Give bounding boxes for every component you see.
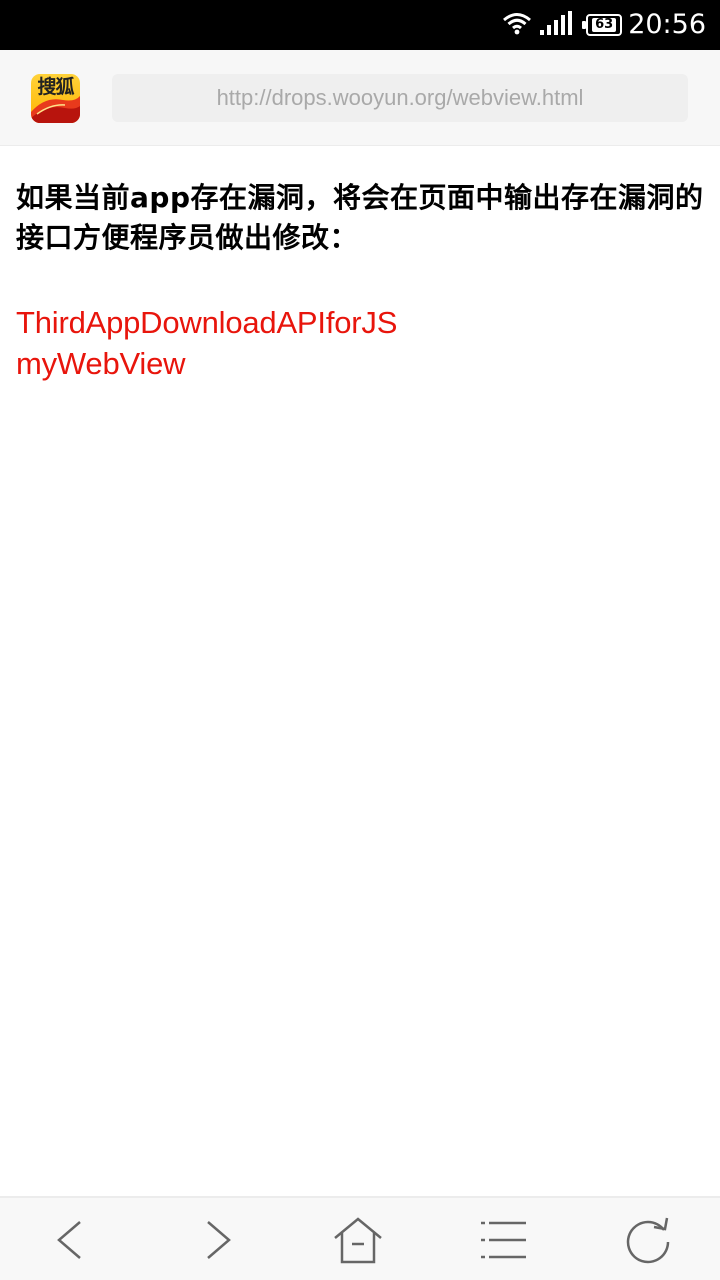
refresh-icon (626, 1217, 670, 1264)
url-input[interactable] (112, 74, 688, 122)
clock: 20:56 (628, 9, 706, 40)
menu-icon (481, 1221, 526, 1259)
battery-icon: 63 (582, 14, 623, 36)
refresh-button[interactable] (622, 1214, 674, 1266)
page-content: 如果当前app存在漏洞，将会在页面中输出存在漏洞的接口方便程序员做出修改： Th… (16, 178, 706, 384)
status-bar: 63 20:56 (0, 0, 720, 50)
forward-icon (207, 1221, 231, 1259)
vulnerable-interface-item: myWebView (16, 346, 186, 381)
vulnerable-interface-item: ThirdAppDownloadAPIforJS (16, 305, 398, 340)
forward-button[interactable] (192, 1214, 244, 1266)
battery-level: 63 (592, 18, 617, 32)
browser-address-bar: 搜狐 (0, 50, 720, 146)
home-button[interactable] (332, 1214, 384, 1266)
vulnerability-message: 如果当前app存在漏洞，将会在页面中输出存在漏洞的接口方便程序员做出修改： (16, 181, 704, 254)
vulnerable-interface-list: ThirdAppDownloadAPIforJS myWebView (16, 302, 706, 384)
browser-toolbar (0, 1196, 720, 1280)
back-icon (57, 1221, 81, 1259)
logo-text: 搜狐 (37, 76, 74, 98)
menu-button[interactable] (478, 1214, 530, 1266)
wifi-icon (502, 11, 532, 39)
home-icon (334, 1217, 382, 1264)
sohu-logo-icon[interactable]: 搜狐 (31, 74, 80, 123)
signal-icon (540, 11, 573, 39)
back-button[interactable] (44, 1214, 96, 1266)
